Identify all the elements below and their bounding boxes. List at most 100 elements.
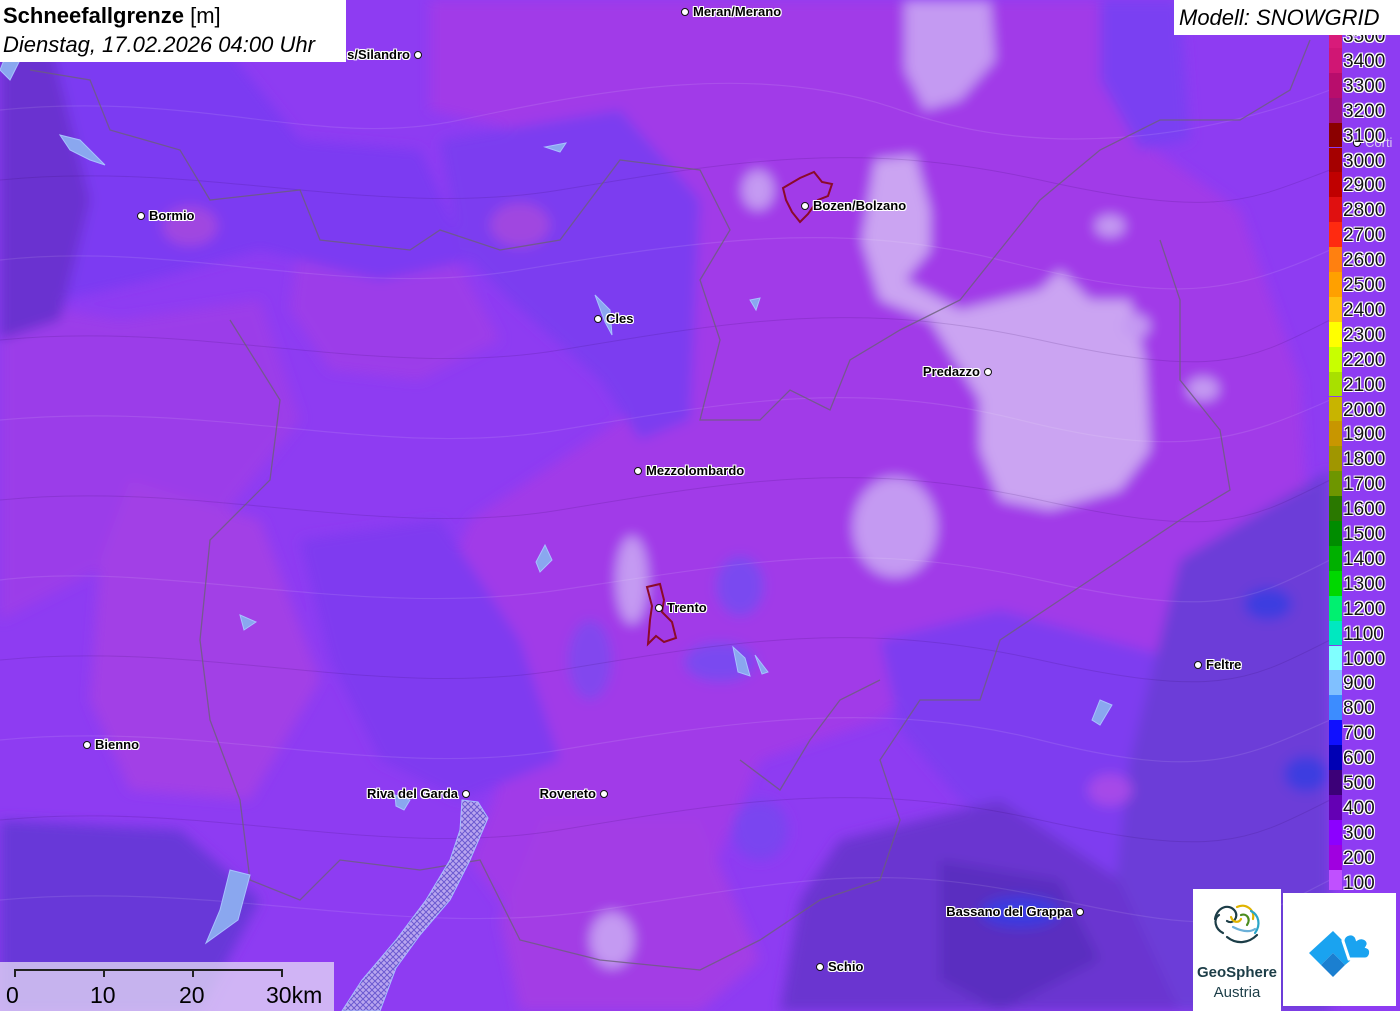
scale-tick — [103, 969, 105, 977]
legend-label: 700 — [1343, 723, 1375, 745]
legend-swatch — [1329, 222, 1342, 248]
city-label: Bassano del Grappa — [946, 904, 1072, 919]
model-box: Modell: SNOWGRID — [1174, 0, 1400, 35]
legend-row: 3400 — [1329, 47, 1400, 73]
city-dot-icon — [462, 790, 470, 798]
title-unit: [m] — [190, 3, 221, 28]
map-viewport[interactable]: Meran/Merano s/Silandro Bormio Bozen/Bolzan… — [0, 0, 1400, 1011]
legend-row: 1700 — [1329, 471, 1400, 497]
legend-swatch — [1329, 745, 1342, 770]
geosphere-emblem-icon — [1213, 904, 1260, 944]
legend-label: 2600 — [1343, 250, 1386, 272]
legend-row: 3500 — [1329, 35, 1400, 48]
scale-bar: 0 10 20 30km — [0, 962, 334, 1011]
legend-row: 200 — [1329, 844, 1400, 870]
legend-swatch — [1329, 247, 1342, 272]
legend-label: 300 — [1343, 822, 1375, 844]
legend-label: 2800 — [1343, 200, 1386, 222]
legend-row: 2300 — [1329, 321, 1400, 347]
legend-row: 1600 — [1329, 496, 1400, 521]
legend-swatch — [1329, 695, 1342, 721]
legend-label: 1000 — [1343, 648, 1386, 670]
legend-label: 3500 — [1343, 35, 1386, 47]
city-dot-icon — [681, 8, 689, 16]
legend-row: 2600 — [1329, 247, 1400, 272]
legend-row: 2800 — [1329, 197, 1400, 223]
legend-label: 800 — [1343, 698, 1375, 720]
legend-row: 2100 — [1329, 371, 1400, 397]
app-logo[interactable] — [1283, 893, 1396, 1006]
legend-row: 500 — [1329, 770, 1400, 795]
legend-label: 2900 — [1343, 175, 1386, 197]
legend-swatch — [1329, 35, 1342, 48]
legend-row: 900 — [1329, 670, 1400, 696]
legend-swatch — [1329, 172, 1342, 198]
scale-label-0: 0 — [6, 982, 19, 1008]
title-main: Schneefallgrenze — [3, 3, 184, 28]
snowline-raster — [0, 0, 1400, 1011]
legend-label: 1500 — [1343, 524, 1386, 545]
geosphere-logo-line1: GeoSphere — [1196, 964, 1278, 981]
city-label: Meran/Merano — [693, 4, 782, 19]
city-dot-icon — [801, 202, 809, 210]
legend-swatch — [1329, 371, 1342, 397]
legend-row: 1000 — [1329, 645, 1400, 671]
city-dot-icon — [594, 315, 602, 323]
legend-row: 800 — [1329, 695, 1400, 721]
city-label: Bormio — [149, 208, 195, 223]
legend-swatch — [1329, 471, 1342, 497]
legend-label: 600 — [1343, 748, 1375, 770]
legend-swatch — [1329, 521, 1342, 546]
legend-swatch — [1329, 620, 1342, 646]
legend-row: 3000 — [1329, 147, 1400, 173]
legend-swatch — [1329, 147, 1342, 173]
legend-row: 2400 — [1329, 296, 1400, 322]
geosphere-logo-line2: Austria — [1213, 984, 1261, 1001]
legend-swatch — [1329, 570, 1342, 596]
legend-swatch — [1329, 197, 1342, 223]
legend-swatch — [1329, 396, 1342, 422]
legend-row: 2000 — [1329, 396, 1400, 422]
city-label: Bienno — [95, 737, 140, 752]
legend-row: 3300 — [1329, 72, 1400, 98]
map-title: Schneefallgrenze [m] — [3, 3, 221, 29]
legend-row: 1200 — [1329, 595, 1400, 621]
color-legend: 3500 3400 3300 3200 3100 3000 2900 2800 2700 2600… — [1329, 35, 1400, 890]
legend-row: 2700 — [1329, 222, 1400, 248]
city-label: Feltre — [1206, 657, 1242, 672]
city-label: Rovereto — [539, 786, 596, 801]
legend-row: 300 — [1329, 819, 1400, 845]
legend-row: 1100 — [1329, 620, 1400, 646]
legend-label: 400 — [1343, 797, 1375, 819]
legend-label: 1700 — [1343, 474, 1386, 496]
legend-row: 3200 — [1329, 97, 1400, 123]
city-dot-icon — [83, 741, 91, 749]
legend-label: 2000 — [1343, 399, 1386, 421]
city-label: Predazzo — [922, 364, 980, 379]
model-label: Modell: SNOWGRID — [1179, 5, 1380, 30]
legend-row: 700 — [1329, 720, 1400, 746]
legend-row: 100 — [1329, 869, 1400, 890]
city-dot-icon — [137, 212, 145, 220]
city-dot-icon — [600, 790, 608, 798]
legend-swatch — [1329, 421, 1342, 447]
legend-label: 200 — [1343, 847, 1375, 869]
legend-label: 3000 — [1343, 150, 1386, 172]
scale-label-30km: 30km — [266, 982, 323, 1008]
geosphere-logo[interactable]: GeoSphere Austria — [1193, 889, 1281, 1011]
map-datetime: Dienstag, 17.02.2026 04:00 Uhr — [3, 32, 315, 57]
city-dot-icon — [414, 51, 422, 59]
legend-row: 2500 — [1329, 272, 1400, 297]
legend-swatch — [1329, 72, 1342, 98]
legend-label: 2300 — [1343, 324, 1386, 346]
legend-label: 100 — [1343, 872, 1375, 890]
legend-label: 2500 — [1343, 275, 1386, 296]
legend-label: 3100 — [1343, 125, 1386, 147]
legend-row: 1900 — [1329, 421, 1400, 447]
legend-row: 1800 — [1329, 446, 1400, 472]
cloud-arrow-icon — [1309, 931, 1373, 977]
legend-label: 3300 — [1343, 75, 1386, 97]
legend-label: 1300 — [1343, 573, 1386, 595]
legend-swatch — [1329, 869, 1342, 890]
legend-row: 1500 — [1329, 521, 1400, 546]
